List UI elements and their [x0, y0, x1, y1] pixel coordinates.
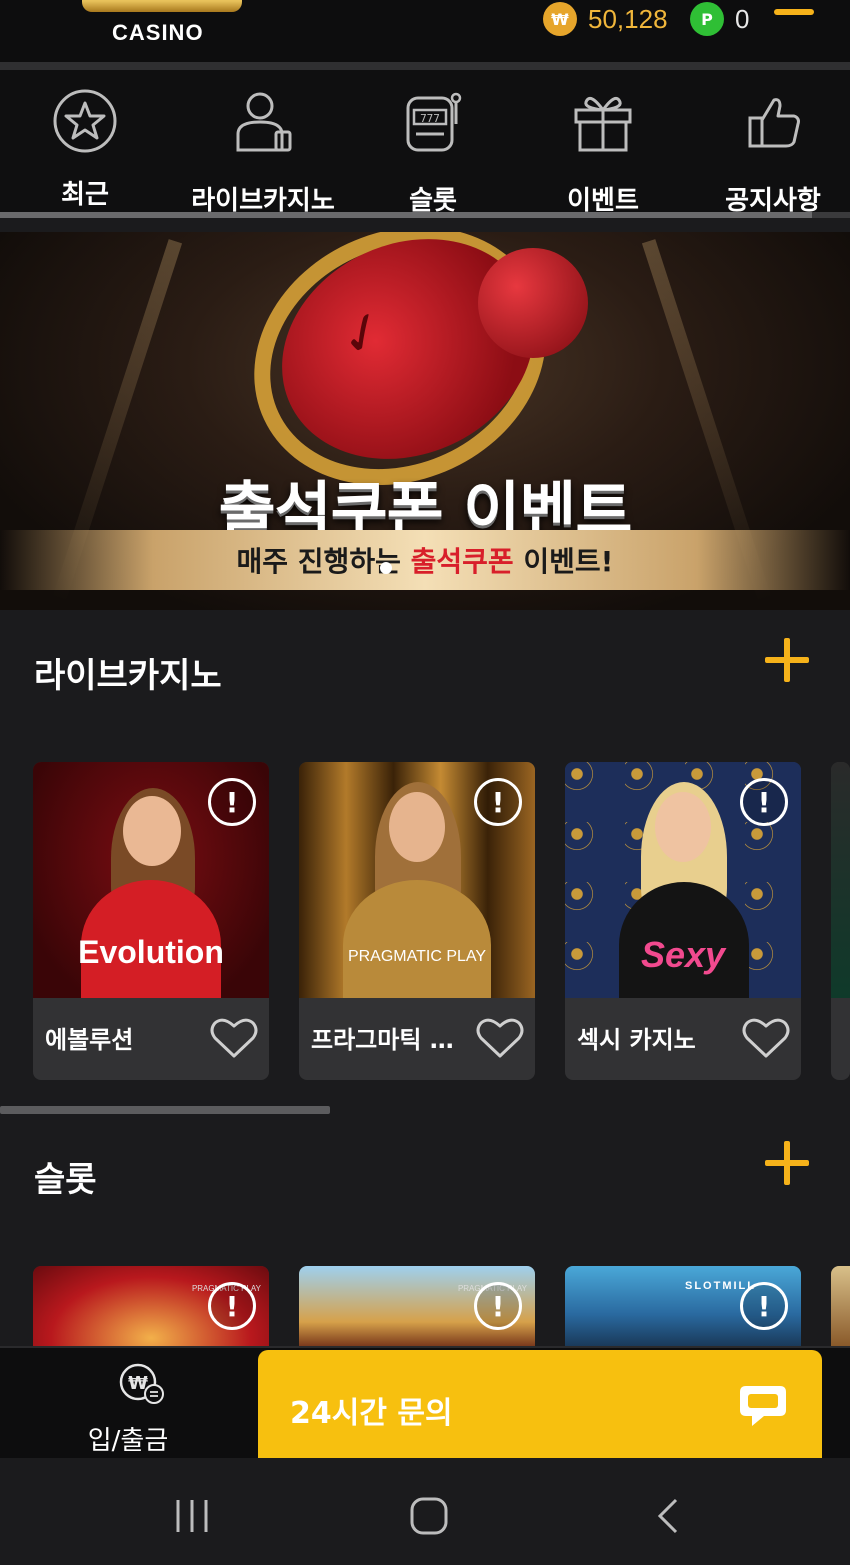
- system-navigation-bar: [0, 1458, 850, 1565]
- game-card-sexy[interactable]: Sexy ! 섹시 카지노: [565, 762, 801, 1080]
- point-coin-icon: P: [690, 2, 724, 36]
- info-icon[interactable]: !: [740, 1282, 788, 1330]
- won-exchange-icon: ₩: [119, 1363, 164, 1404]
- casino-logo[interactable]: CASINO: [78, 0, 248, 46]
- category-live-casino[interactable]: 라이브카지노: [188, 88, 338, 216]
- dealer-icon: [236, 92, 292, 152]
- support-chat-button[interactable]: 24시간 문의: [258, 1350, 822, 1460]
- thumbs-up-icon: [748, 98, 800, 148]
- bottom-action-bar: ₩ 입/출금 24시간 문의: [0, 1346, 850, 1460]
- home-icon[interactable]: [409, 1496, 449, 1536]
- star-icon: [53, 89, 117, 153]
- game-card-evolution[interactable]: Evolution ! 에볼루션: [33, 762, 269, 1080]
- slot-card[interactable]: PRAGMATIC PLAY !: [33, 1266, 269, 1346]
- deposit-withdraw-button[interactable]: ₩ 입/출금: [0, 1348, 256, 1460]
- info-icon[interactable]: !: [208, 778, 256, 826]
- heart-icon[interactable]: [475, 1016, 525, 1060]
- slots-more-button[interactable]: [765, 1141, 809, 1185]
- game-thumbnail: [831, 1266, 850, 1346]
- provider-logo: Sexy: [640, 934, 726, 975]
- live-casino-more-button[interactable]: [765, 638, 809, 682]
- info-icon[interactable]: !: [474, 1282, 522, 1330]
- won-coin-icon: ₩: [543, 2, 577, 36]
- provider-logo: Evolution: [78, 934, 224, 970]
- banner-subtitle-highlight: 출석쿠폰: [410, 545, 514, 578]
- pagination-dot[interactable]: [380, 562, 392, 574]
- banner-pagination: [380, 562, 392, 576]
- chat-bubble-icon: [740, 1386, 786, 1426]
- info-icon[interactable]: !: [740, 778, 788, 826]
- dealer-body: [343, 880, 491, 998]
- slot-card[interactable]: PRAGMATIC PLAY !: [299, 1266, 535, 1346]
- section-title-live-casino: 라이브카지노: [34, 656, 222, 696]
- logo-text: CASINO: [112, 20, 204, 45]
- header-divider: [0, 62, 850, 70]
- game-title: 프라그마틱 플레이: [311, 1026, 461, 1054]
- game-thumbnail: Sexy !: [565, 762, 801, 998]
- stamp-handle: [478, 248, 588, 358]
- game-title: 섹시 카지노: [577, 1026, 696, 1054]
- points-amount: 0: [735, 4, 750, 34]
- live-casino-scroll-thumb[interactable]: [0, 1106, 330, 1114]
- game-title: 에볼루션: [45, 1026, 134, 1054]
- dealer-face: [655, 792, 711, 862]
- category-recent[interactable]: 최근: [10, 88, 160, 210]
- heart-icon[interactable]: [209, 1016, 259, 1060]
- dealer-face: [123, 796, 181, 866]
- slot-machine-icon: 777: [406, 92, 462, 152]
- section-title-slots: 슬롯: [34, 1160, 97, 1200]
- game-thumbnail: SLOTMILL !: [565, 1266, 801, 1346]
- info-icon[interactable]: !: [208, 1282, 256, 1330]
- gift-icon: [574, 96, 632, 152]
- deposit-label: 입/출금: [87, 1426, 169, 1456]
- category-slots[interactable]: 777 슬롯: [358, 88, 508, 216]
- category-label: 최근: [61, 180, 109, 210]
- event-banner[interactable]: ✓ 출석쿠폰 이벤트 매주 진행하는 출석쿠폰 이벤트!: [0, 232, 850, 610]
- casino-app: CASINO ₩ 50,128 P 0 최근 라이브카지노 777 슬롯 이벤트…: [0, 0, 850, 1565]
- game-card-pragmatic[interactable]: PRAGMATIC PLAY ! 프라그마틱 플레이: [299, 762, 535, 1080]
- category-events[interactable]: 이벤트: [528, 88, 678, 216]
- balance-amount: 50,128: [588, 4, 668, 34]
- logo-emblem: [82, 0, 242, 12]
- top-header: CASINO ₩ 50,128 P 0: [0, 0, 850, 62]
- recent-apps-icon[interactable]: [172, 1496, 212, 1536]
- heart-icon[interactable]: [741, 1016, 791, 1060]
- info-icon[interactable]: !: [474, 778, 522, 826]
- game-thumbnail: PRAGMATIC PLAY !: [299, 762, 535, 998]
- game-thumbnail: PRAGMATIC PLAY !: [33, 1266, 269, 1346]
- support-label: 24시간 문의: [290, 1396, 453, 1431]
- category-scroll-thumb[interactable]: [0, 212, 812, 218]
- provider-logo: PRAGMATIC PLAY: [347, 948, 487, 965]
- back-icon[interactable]: [648, 1496, 688, 1536]
- category-nav: 최근 라이브카지노 777 슬롯 이벤트 공지사항: [0, 70, 850, 218]
- game-thumbnail: Evolution !: [33, 762, 269, 998]
- banner-subtitle: 매주 진행하는 출석쿠폰 이벤트!: [0, 540, 850, 580]
- menu-icon[interactable]: [774, 9, 814, 15]
- slot-card[interactable]: SLOTMILL !: [565, 1266, 801, 1346]
- slot-card-partial[interactable]: [831, 1266, 850, 1346]
- banner-subtitle-suffix: 이벤트!: [513, 545, 614, 578]
- category-notices[interactable]: 공지사항: [698, 88, 848, 216]
- game-thumbnail: PRAGMATIC PLAY !: [299, 1266, 535, 1346]
- svg-text:777: 777: [420, 112, 440, 125]
- dealer-face: [389, 792, 445, 862]
- game-card-partial[interactable]: [831, 762, 850, 1080]
- game-thumbnail: [831, 762, 850, 998]
